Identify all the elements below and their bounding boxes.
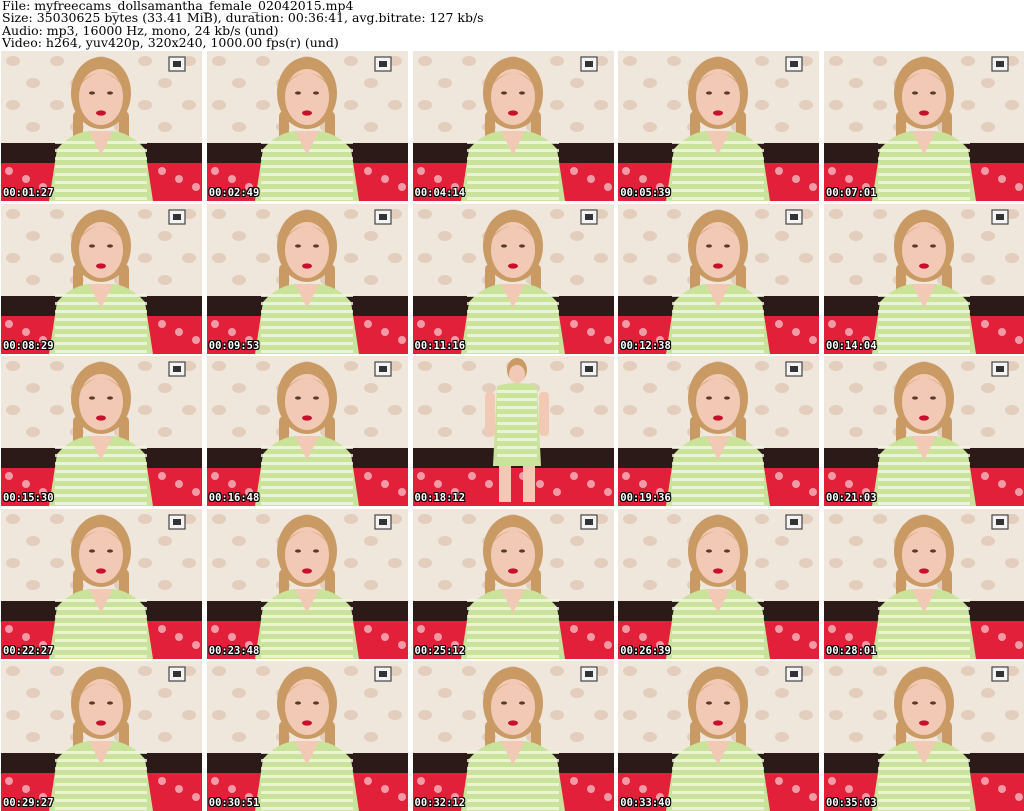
thumbnail-frame-image bbox=[1, 661, 202, 811]
thumbnail-frame-image bbox=[618, 51, 820, 201]
thumbnail-frame-image bbox=[412, 203, 614, 354]
thumbnail-frame-image bbox=[206, 508, 408, 659]
thumbnail-timestamp: 00:22:27 bbox=[3, 644, 54, 657]
thumbnail-frame-image bbox=[412, 51, 614, 201]
thumbnail-frame-image bbox=[618, 203, 820, 354]
thumbnail-frame-image bbox=[206, 661, 408, 811]
thumbnail-frame-image bbox=[412, 356, 614, 506]
thumbnail-frame-image bbox=[618, 661, 820, 811]
video-thumbnail: 00:19:36 bbox=[618, 356, 820, 506]
thumbnail-timestamp: 00:35:03 bbox=[826, 797, 877, 809]
video-thumbnail: 00:05:39 bbox=[618, 51, 820, 201]
video-thumbnail: 00:01:27 bbox=[1, 51, 202, 201]
thumbnail-frame-image bbox=[824, 203, 1024, 354]
thumbnail-timestamp: 00:04:14 bbox=[414, 187, 466, 199]
thumbnail-timestamp: 00:05:39 bbox=[620, 187, 671, 199]
thumbnail-frame-image bbox=[618, 356, 820, 506]
thumbnail-frame-image bbox=[824, 356, 1024, 506]
video-thumbnail: 00:16:48 bbox=[206, 356, 408, 506]
thumbnail-timestamp: 00:07:01 bbox=[826, 187, 877, 199]
file-info-header: File: myfreecams_dollsamantha_female_020… bbox=[2, 0, 1022, 50]
video-thumbnail: 00:23:48 bbox=[206, 508, 408, 659]
thumbnail-timestamp: 00:32:12 bbox=[414, 797, 466, 809]
video-thumbnail: 00:02:49 bbox=[206, 51, 408, 201]
video-thumbnail: 00:30:51 bbox=[206, 661, 408, 811]
video-thumbnail: 00:12:38 bbox=[618, 203, 820, 354]
thumbnail-timestamp: 00:33:40 bbox=[620, 797, 671, 809]
thumbnail-timestamp: 00:25:12 bbox=[414, 644, 466, 657]
thumbnail-timestamp: 00:23:48 bbox=[208, 644, 260, 657]
thumbnail-frame-image bbox=[206, 356, 408, 506]
video-thumbnail: 00:09:53 bbox=[206, 203, 408, 354]
thumbnail-frame-image bbox=[618, 508, 820, 659]
thumbnail-frame-image bbox=[1, 508, 202, 659]
thumbnail-timestamp: 00:29:27 bbox=[3, 797, 54, 809]
thumbnail-timestamp: 00:14:04 bbox=[826, 339, 877, 352]
video-thumbnail: 00:04:14 bbox=[412, 51, 614, 201]
thumbnail-frame-image bbox=[1, 356, 202, 506]
video-thumbnail: 00:28:01 bbox=[824, 508, 1024, 659]
video-thumbnail: 00:32:12 bbox=[412, 661, 614, 811]
thumbnail-frame-image bbox=[824, 661, 1024, 811]
thumbnail-frame-image bbox=[412, 661, 614, 811]
thumbnail-timestamp: 00:28:01 bbox=[826, 644, 877, 657]
video-thumbnail: 00:25:12 bbox=[412, 508, 614, 659]
thumbnail-timestamp: 00:15:30 bbox=[3, 492, 54, 504]
video-thumbnail: 00:21:03 bbox=[824, 356, 1024, 506]
thumbnail-frame-image bbox=[824, 508, 1024, 659]
thumbnail-frame-image bbox=[1, 51, 202, 201]
thumbnail-frame-image bbox=[206, 203, 408, 354]
thumbnail-frame-image bbox=[824, 51, 1024, 201]
thumbnail-timestamp: 00:30:51 bbox=[208, 797, 260, 809]
video-thumbnail: 00:29:27 bbox=[1, 661, 202, 811]
thumbnail-timestamp: 00:26:39 bbox=[620, 644, 671, 657]
video-thumbnail: 00:26:39 bbox=[618, 508, 820, 659]
thumbnail-frame-image bbox=[1, 203, 202, 354]
video-thumbnail: 00:18:12 bbox=[412, 356, 614, 506]
thumbnail-timestamp: 00:16:48 bbox=[208, 492, 260, 504]
video-thumbnail: 00:22:27 bbox=[1, 508, 202, 659]
video-thumbnail: 00:07:01 bbox=[824, 51, 1024, 201]
thumbnail-timestamp: 00:08:29 bbox=[3, 339, 54, 352]
thumbnail-timestamp: 00:11:16 bbox=[414, 339, 466, 352]
video-thumbnail: 00:35:03 bbox=[824, 661, 1024, 811]
video-thumbnail: 00:15:30 bbox=[1, 356, 202, 506]
video-thumbnail: 00:08:29 bbox=[1, 203, 202, 354]
thumbnail-timestamp: 00:21:03 bbox=[826, 492, 877, 504]
thumbnail-timestamp: 00:12:38 bbox=[620, 339, 671, 352]
video-thumbnail: 00:11:16 bbox=[412, 203, 614, 354]
video-thumbnail: 00:14:04 bbox=[824, 203, 1024, 354]
thumbnail-timestamp: 00:19:36 bbox=[620, 492, 671, 504]
thumbnail-timestamp: 00:02:49 bbox=[208, 187, 260, 199]
video-info-line: Video: h264, yuv420p, 320x240, 1000.00 f… bbox=[2, 35, 339, 51]
video-thumbnail: 00:33:40 bbox=[618, 661, 820, 811]
thumbnail-timestamp: 00:18:12 bbox=[414, 492, 466, 504]
thumbnail-grid: 00:01:27 00:02:49 00:04:14 00:05:39 00:07:01… bbox=[0, 51, 1024, 811]
thumbnail-timestamp: 00:01:27 bbox=[3, 187, 54, 199]
thumbnail-timestamp: 00:09:53 bbox=[208, 339, 260, 352]
thumbnail-frame-image bbox=[206, 51, 408, 201]
thumbnail-frame-image bbox=[412, 508, 614, 659]
